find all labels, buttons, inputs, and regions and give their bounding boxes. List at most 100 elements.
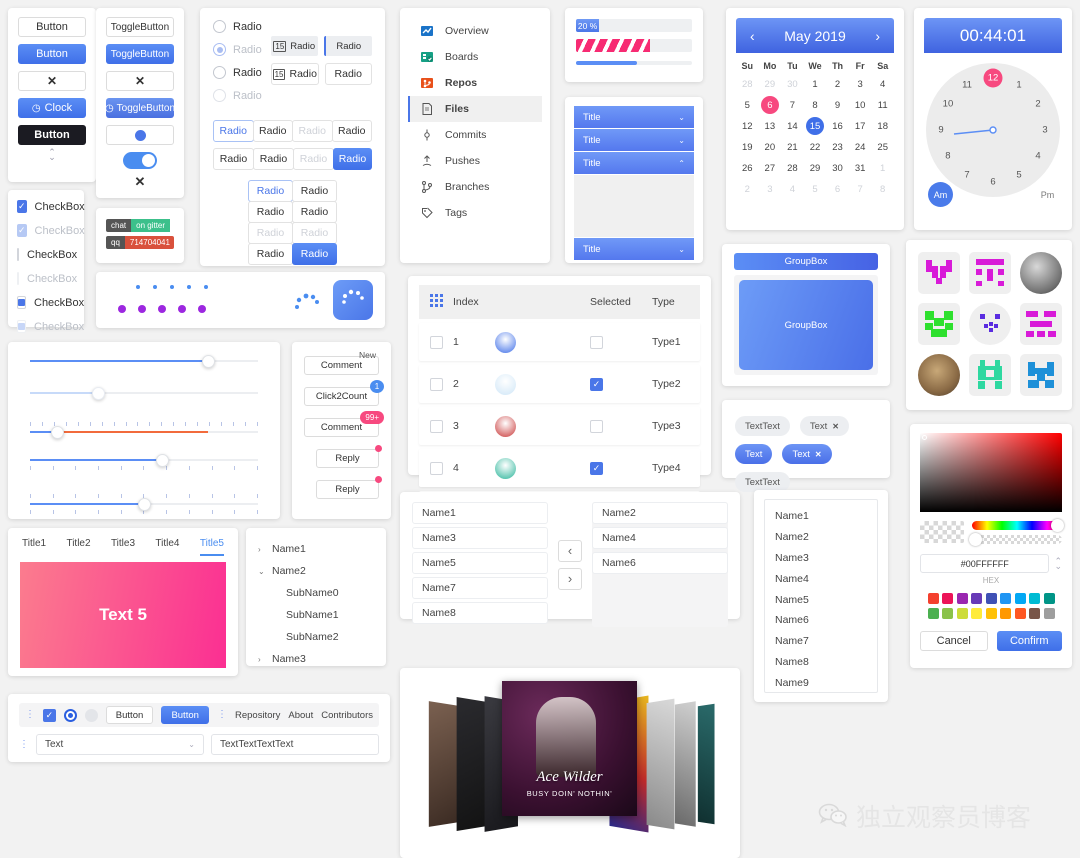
calendar-day[interactable]: 1	[804, 75, 827, 93]
row-selected-checkbox[interactable]	[590, 335, 652, 349]
tag-chip[interactable]: Text ✕	[799, 416, 849, 436]
color-swatch[interactable]	[985, 593, 997, 604]
radio-toggle[interactable]: Radio	[292, 201, 337, 223]
calendar-day[interactable]: 3	[759, 180, 782, 198]
table-row[interactable]: 4 ✓ Type4	[419, 449, 700, 487]
calendar-day[interactable]: 3	[849, 75, 872, 93]
carousel-item-center[interactable]: Ace Wilder BUSY DOIN' NOTHIN'	[502, 681, 637, 816]
slider-5[interactable]	[30, 494, 258, 514]
repeat-button-spinner[interactable]: ⌃ ⌄	[18, 148, 86, 162]
calendar-prev-button[interactable]: ‹	[750, 28, 755, 44]
reply-button[interactable]: Reply	[316, 480, 379, 499]
carousel-item-right[interactable]	[697, 703, 715, 825]
slider-thumb[interactable]	[92, 386, 106, 400]
color-swatch[interactable]	[1000, 593, 1011, 604]
radio-toggle[interactable]: Radio	[253, 148, 294, 170]
togglebutton-outline[interactable]: ToggleButton	[106, 17, 174, 37]
row-checkbox[interactable]	[419, 419, 453, 433]
calendar-day[interactable]: 31	[849, 159, 872, 177]
row-checkbox[interactable]	[419, 335, 453, 349]
toolbar-textbox[interactable]: TextTextTextText	[211, 734, 379, 755]
calendar-day[interactable]: 29	[759, 75, 782, 93]
sidebar-item-boards[interactable]: Boards	[408, 44, 542, 70]
alpha-slider[interactable]	[969, 533, 1062, 546]
radio-toggle[interactable]: Radio	[292, 222, 337, 244]
button-outline[interactable]: Button	[18, 17, 86, 37]
carousel-item-right[interactable]	[646, 698, 675, 830]
calendar-day[interactable]: 22	[804, 138, 827, 156]
calendar-day[interactable]: 7	[849, 180, 872, 198]
calendar-day[interactable]: 27	[759, 159, 782, 177]
calendar-day[interactable]: 2	[736, 180, 759, 198]
calendar-day[interactable]: 2	[826, 75, 849, 93]
calendar-day[interactable]: 7	[781, 96, 804, 114]
row-checkbox[interactable]	[419, 461, 453, 475]
avatar[interactable]	[969, 354, 1011, 396]
color-swatch[interactable]	[927, 608, 939, 619]
togglebutton-accent[interactable]: ToggleButton	[106, 44, 174, 64]
carousel-item-right[interactable]	[674, 701, 696, 827]
calendar-day[interactable]: 5	[736, 96, 759, 114]
calendar-day[interactable]: 8	[871, 180, 894, 198]
avatar[interactable]	[1020, 354, 1062, 396]
toolbar-link-repository[interactable]: Repository	[235, 710, 280, 721]
color-swatch[interactable]	[1014, 593, 1026, 604]
calendar-day[interactable]: 15	[804, 117, 827, 135]
drag-handle-icon[interactable]: ⋮	[19, 739, 29, 749]
drag-handle-icon[interactable]: ⋮	[217, 710, 227, 720]
radio-toggle[interactable]: Radio	[333, 148, 372, 170]
color-swatch[interactable]	[1014, 608, 1026, 619]
checkbox-row[interactable]: ✓ CheckBox	[17, 200, 85, 213]
radio-button-calendar[interactable]: 15 Radio	[271, 36, 318, 56]
button-clock[interactable]: ◷ Clock	[18, 98, 86, 118]
avatar-photo[interactable]	[1020, 252, 1062, 294]
radio-toggle[interactable]: Radio	[248, 180, 293, 202]
click2count-button[interactable]: Click2Count	[304, 387, 379, 406]
expander-header[interactable]: Title ⌄	[574, 238, 694, 260]
calendar-day[interactable]: 12	[736, 117, 759, 135]
toolbar-link-about[interactable]: About	[288, 710, 313, 721]
list-item[interactable]: Name4	[592, 527, 728, 549]
avatar[interactable]	[918, 303, 960, 345]
table-row[interactable]: 1 Type1	[419, 323, 700, 361]
calendar-day[interactable]: 23	[826, 138, 849, 156]
radio-button-active[interactable]: Radio	[323, 36, 372, 56]
radio-toggle[interactable]: Radio	[293, 148, 334, 170]
tab-title1[interactable]: Title1	[22, 538, 46, 556]
calendar-day[interactable]: 29	[804, 159, 827, 177]
list-item[interactable]: Name5	[412, 552, 548, 574]
hex-input[interactable]: #00FFFFFF	[920, 554, 1050, 573]
slider-thumb[interactable]	[201, 354, 215, 368]
row-selected-checkbox[interactable]: ✓	[590, 377, 652, 391]
radio-toggle[interactable]: Radio	[252, 120, 293, 142]
calendar-day[interactable]: 26	[736, 159, 759, 177]
calendar-day[interactable]: 1	[871, 159, 894, 177]
shield-badge[interactable]: chat on gitter	[106, 219, 174, 232]
toolbar-checkbox[interactable]: ✓	[43, 708, 56, 722]
calendar-day[interactable]: 18	[871, 117, 894, 135]
list-item[interactable]: Name6	[765, 610, 877, 631]
list-item[interactable]: Name4	[765, 568, 877, 589]
calendar-day[interactable]: 20	[759, 138, 782, 156]
list-item[interactable]: Name3	[765, 548, 877, 569]
calendar-day[interactable]: 9	[826, 96, 849, 114]
listbox[interactable]: Name1 Name2 Name3 Name4 Name5 Name6 Name…	[764, 499, 878, 693]
toggle-close-icon[interactable]: ✕	[106, 174, 174, 190]
move-left-button[interactable]: ‹	[558, 539, 582, 562]
avatar-photo[interactable]	[918, 354, 960, 396]
toggle-switch-on[interactable]	[123, 152, 157, 169]
calendar-day[interactable]: 8	[804, 96, 827, 114]
radio-toggle[interactable]: Radio	[248, 201, 293, 223]
close-icon[interactable]: ✕	[832, 422, 839, 431]
slider-2-disabled[interactable]	[30, 386, 258, 400]
grid-icon[interactable]	[419, 294, 453, 310]
list-item[interactable]: Name1	[412, 502, 548, 524]
sidebar-item-repos[interactable]: Repos	[408, 70, 542, 96]
slider-thumb[interactable]	[138, 497, 151, 511]
calendar-day[interactable]: 10	[849, 96, 872, 114]
checkbox-row[interactable]: CheckBox	[17, 248, 77, 261]
list-item[interactable]: Name8	[765, 652, 877, 673]
tree-child-node[interactable]: SubName0	[258, 582, 374, 604]
list-item[interactable]: Name2	[765, 527, 877, 548]
color-swatch[interactable]	[927, 593, 939, 604]
